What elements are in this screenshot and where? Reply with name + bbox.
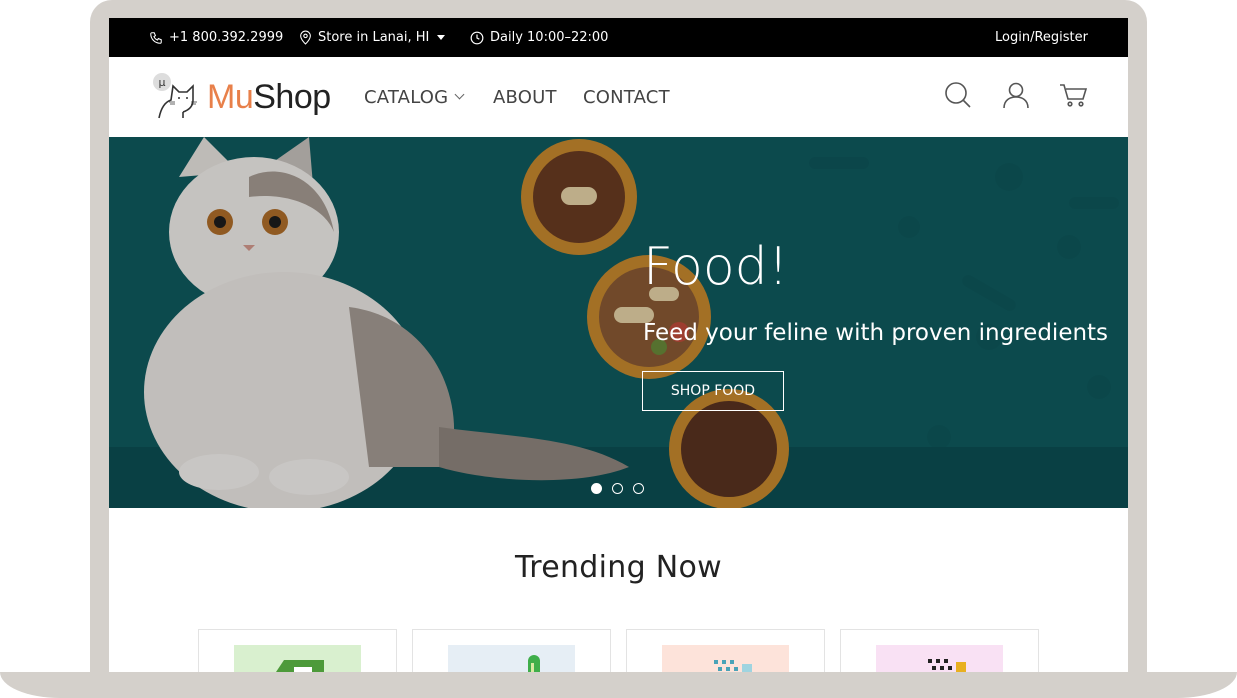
trending-products [198, 629, 1039, 672]
hero-subtitle: Feed your feline with proven ingredients [643, 320, 1109, 346]
logo-mu: Mu [207, 77, 254, 116]
chevron-down-icon [454, 89, 465, 100]
hours-text: Daily 10:00–22:00 [490, 30, 609, 45]
laptop-base [0, 672, 1237, 698]
mushop-logo[interactable]: µ MuShop [153, 71, 331, 123]
nav-about[interactable]: ABOUT [493, 57, 557, 137]
store-hours: Daily 10:00–22:00 [470, 18, 608, 57]
product-card[interactable] [198, 629, 397, 672]
phone-icon [149, 31, 163, 45]
browser-viewport: +1 800.392.2999 Store in Lanai, HI Daily… [109, 18, 1128, 672]
product-card[interactable] [412, 629, 611, 672]
location-pin-icon [299, 30, 312, 45]
nav-contact[interactable]: CONTACT [583, 57, 670, 137]
carousel-dot-2[interactable] [612, 483, 623, 494]
carousel-indicators [591, 483, 644, 494]
carousel-dot-3[interactable] [633, 483, 644, 494]
search-icon[interactable] [944, 81, 974, 111]
phone-number: +1 800.392.2999 [169, 30, 284, 45]
login-register-link[interactable]: Login/Register [995, 18, 1088, 57]
product-card[interactable] [840, 629, 1039, 672]
cat-logo-icon: µ [153, 73, 197, 119]
top-info-bar: +1 800.392.2999 Store in Lanai, HI Daily… [109, 18, 1128, 57]
user-icon[interactable] [1002, 81, 1032, 111]
main-navigation: µ MuShop CATALOG ABOUT CONTACT [109, 57, 1128, 137]
nav-catalog-label: CATALOG [364, 86, 449, 108]
phone-info[interactable]: +1 800.392.2999 [149, 18, 283, 57]
hero-title: Food! [643, 237, 789, 297]
product-thumbnail [234, 645, 361, 672]
shop-food-button[interactable]: SHOP FOOD [642, 371, 784, 411]
logo-shop: Shop [253, 77, 331, 116]
logo-wordmark: MuShop [207, 78, 331, 117]
trending-heading: Trending Now [515, 550, 722, 585]
store-selector[interactable]: Store in Lanai, HI [299, 18, 446, 57]
product-thumbnail [662, 645, 789, 672]
product-thumbnail [876, 645, 1003, 672]
hero-banner: Food! Feed your feline with proven ingre… [109, 137, 1128, 508]
carousel-dot-1[interactable] [591, 483, 602, 494]
product-card[interactable] [626, 629, 825, 672]
product-thumbnail [448, 645, 575, 672]
cart-icon[interactable] [1059, 81, 1089, 111]
svg-text:µ: µ [159, 76, 166, 89]
clock-icon [470, 31, 484, 45]
nav-catalog[interactable]: CATALOG [364, 57, 465, 137]
caret-down-icon [437, 35, 446, 40]
store-location: Store in Lanai, HI [318, 30, 430, 45]
